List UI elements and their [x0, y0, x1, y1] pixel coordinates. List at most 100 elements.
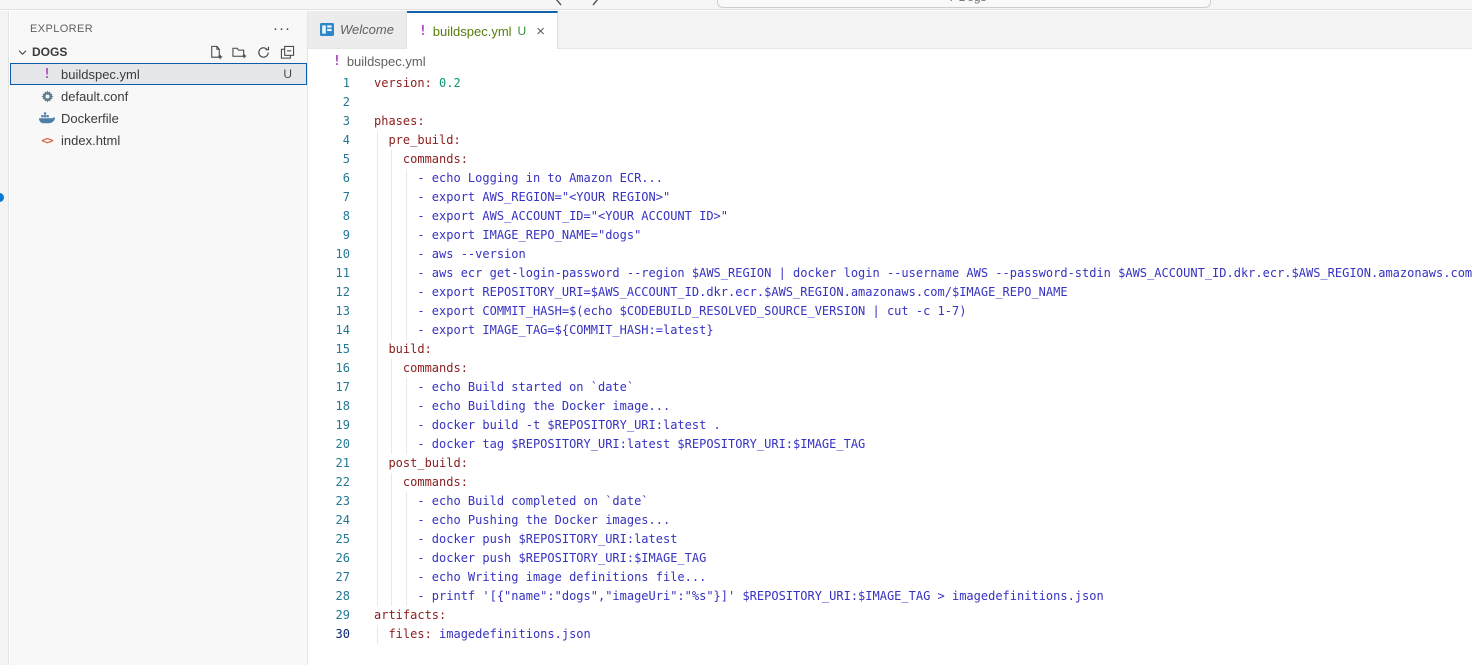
code-line[interactable]: 17 - echo Build started on `date` — [308, 378, 1472, 397]
breadcrumb-label: buildspec.yml — [347, 54, 426, 69]
code-line[interactable]: 3phases: — [308, 112, 1472, 131]
line-number: 23 — [308, 492, 350, 511]
file-label: default.conf — [61, 89, 128, 104]
code-line[interactable]: 27 - echo Writing image definitions file… — [308, 568, 1472, 587]
indent-guide — [406, 264, 407, 283]
code-line-content: - echo Writing image definitions file... — [374, 568, 706, 587]
code-line[interactable]: 2 — [308, 93, 1472, 112]
code-line[interactable]: 22 commands: — [308, 473, 1472, 492]
indent-guide — [377, 587, 378, 606]
line-number: 21 — [308, 454, 350, 473]
indent-guide — [391, 511, 392, 530]
code-line[interactable]: 10 - aws --version — [308, 245, 1472, 264]
code-line-content: - export IMAGE_REPO_NAME="dogs" — [374, 226, 641, 245]
new-folder-icon[interactable] — [232, 45, 247, 60]
code-line[interactable]: 21 post_build: — [308, 454, 1472, 473]
code-line-content: - echo Pushing the Docker images... — [374, 511, 670, 530]
code-line[interactable]: 19 - docker build -t $REPOSITORY_URI:lat… — [308, 416, 1472, 435]
code-line[interactable]: 9 - export IMAGE_REPO_NAME="dogs" — [308, 226, 1472, 245]
code-line[interactable]: 7 - export AWS_REGION="<YOUR REGION>" — [308, 188, 1472, 207]
line-number: 24 — [308, 511, 350, 530]
indent-guide — [391, 169, 392, 188]
indent-guide — [377, 549, 378, 568]
code-line[interactable]: 28 - printf '[{"name":"dogs","imageUri":… — [308, 587, 1472, 606]
refresh-icon[interactable] — [256, 45, 271, 60]
line-number: 13 — [308, 302, 350, 321]
code-line[interactable]: 11 - aws ecr get-login-password --region… — [308, 264, 1472, 283]
file-label: index.html — [61, 133, 120, 148]
line-number: 28 — [308, 587, 350, 606]
code-line-content: artifacts: — [374, 606, 446, 625]
indent-guide — [391, 530, 392, 549]
indent-guide — [391, 207, 392, 226]
file-item-index.html[interactable]: <>index.html — [10, 129, 307, 151]
code-line[interactable]: 1version: 0.2 — [308, 74, 1472, 93]
code-editor[interactable]: 1version: 0.223phases:4 pre_build:5 comm… — [308, 74, 1472, 665]
code-line[interactable]: 8 - export AWS_ACCOUNT_ID="<YOUR ACCOUNT… — [308, 207, 1472, 226]
code-line-content: commands: — [374, 150, 468, 169]
nav-back-icon[interactable] — [552, 0, 566, 9]
code-line[interactable]: 20 - docker tag $REPOSITORY_URI:latest $… — [308, 435, 1472, 454]
indent-guide — [391, 302, 392, 321]
code-line[interactable]: 6 - echo Logging in to Amazon ECR... — [308, 169, 1472, 188]
code-line-content: - export COMMIT_HASH=$(echo $CODEBUILD_R… — [374, 302, 966, 321]
indent-guide — [391, 321, 392, 340]
code-line-content: - export AWS_ACCOUNT_ID="<YOUR ACCOUNT I… — [374, 207, 728, 226]
indent-guide — [391, 587, 392, 606]
explorer-title: EXPLORER — [30, 23, 93, 35]
tab-buildspec-yml[interactable]: !buildspec.ymlU× — [407, 11, 558, 49]
code-line[interactable]: 12 - export REPOSITORY_URI=$AWS_ACCOUNT_… — [308, 283, 1472, 302]
indent-guide — [391, 473, 392, 492]
code-line[interactable]: 30 files: imagedefinitions.json — [308, 625, 1472, 644]
indent-guide — [406, 530, 407, 549]
code-line[interactable]: 15 build: — [308, 340, 1472, 359]
code-line-content: commands: — [374, 473, 468, 492]
code-line[interactable]: 26 - docker push $REPOSITORY_URI:$IMAGE_… — [308, 549, 1472, 568]
indent-guide — [406, 587, 407, 606]
code-line-content: commands: — [374, 359, 468, 378]
search-label: Dogs — [958, 0, 986, 4]
indent-guide — [391, 359, 392, 378]
indent-guide — [391, 416, 392, 435]
code-line-content: phases: — [374, 112, 425, 131]
line-number: 10 — [308, 245, 350, 264]
code-line[interactable]: 14 - export IMAGE_TAG=${COMMIT_HASH:=lat… — [308, 321, 1472, 340]
code-line[interactable]: 13 - export COMMIT_HASH=$(echo $CODEBUIL… — [308, 302, 1472, 321]
new-file-icon[interactable] — [208, 45, 223, 60]
activity-badge-dot — [0, 193, 4, 202]
code-line[interactable]: 16 commands: — [308, 359, 1472, 378]
breadcrumb[interactable]: ! buildspec.yml — [308, 49, 1472, 73]
indent-guide — [391, 435, 392, 454]
line-number: 5 — [308, 150, 350, 169]
file-item-Dockerfile[interactable]: Dockerfile — [10, 107, 307, 129]
code-line-content: - export AWS_REGION="<YOUR REGION>" — [374, 188, 670, 207]
code-line-content: - echo Build started on `date` — [374, 378, 634, 397]
code-line[interactable]: 23 - echo Build completed on `date` — [308, 492, 1472, 511]
code-line[interactable]: 29artifacts: — [308, 606, 1472, 625]
code-line[interactable]: 25 - docker push $REPOSITORY_URI:latest — [308, 530, 1472, 549]
code-line[interactable]: 24 - echo Pushing the Docker images... — [308, 511, 1472, 530]
chevron-down-icon — [14, 47, 30, 58]
code-line-content: - echo Building the Docker image... — [374, 397, 670, 416]
command-center-search[interactable]: Dogs — [717, 0, 1211, 8]
search-icon — [941, 0, 953, 5]
code-line[interactable]: 5 commands: — [308, 150, 1472, 169]
tab-welcome[interactable]: Welcome — [308, 11, 407, 48]
folder-row-dogs[interactable]: DOGS — [10, 41, 307, 63]
line-number: 12 — [308, 283, 350, 302]
nav-forward-icon[interactable] — [588, 0, 602, 9]
collapse-all-icon[interactable] — [280, 45, 295, 60]
indent-guide — [406, 568, 407, 587]
file-item-buildspec.yml[interactable]: !buildspec.ymlU — [10, 63, 307, 85]
line-number: 2 — [308, 93, 350, 112]
code-line[interactable]: 4 pre_build: — [308, 131, 1472, 150]
code-line[interactable]: 18 - echo Building the Docker image... — [308, 397, 1472, 416]
file-list: !buildspec.ymlU default.conf Dockerfile<>i… — [10, 63, 307, 151]
indent-guide — [406, 397, 407, 416]
close-icon[interactable]: × — [536, 24, 545, 39]
explorer-more-actions-icon[interactable]: ··· — [273, 25, 291, 33]
tab-label: buildspec.yml — [433, 24, 512, 39]
file-label: buildspec.yml — [61, 67, 140, 82]
indent-guide — [377, 435, 378, 454]
file-item-default.conf[interactable]: default.conf — [10, 85, 307, 107]
